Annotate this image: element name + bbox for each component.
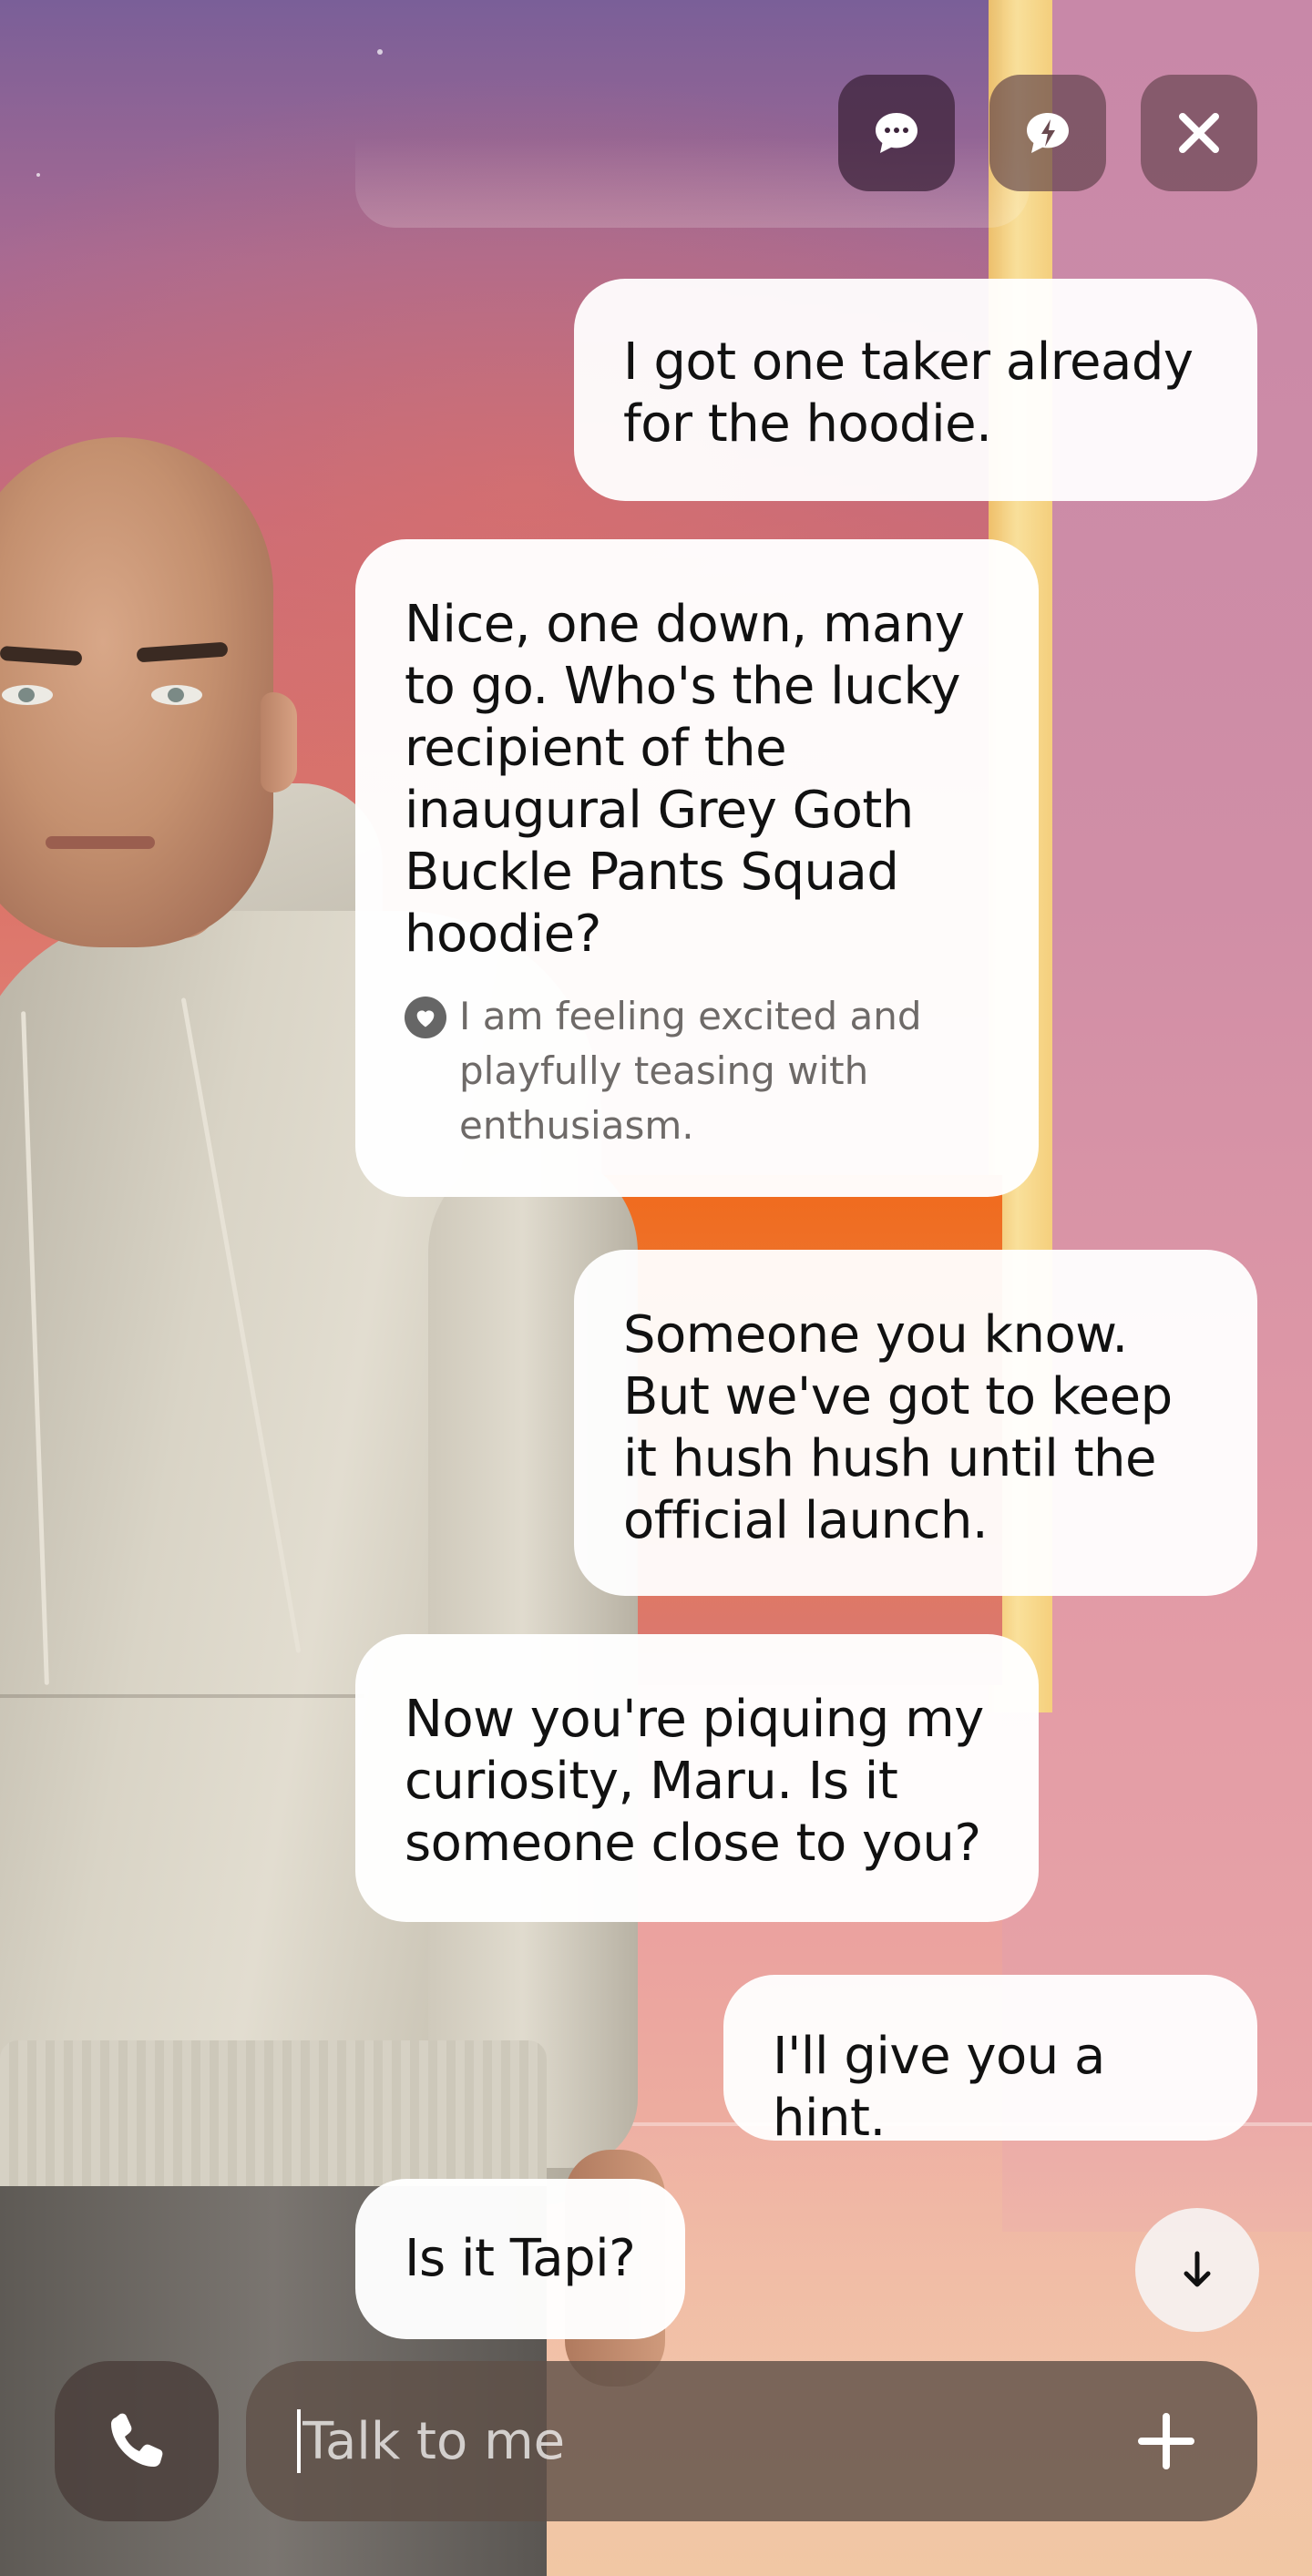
hoodie-pocket bbox=[0, 1694, 364, 1698]
message-text: Now you're piquing my curiosity, Maru. I… bbox=[405, 1690, 984, 1873]
avatar-ear bbox=[261, 692, 297, 792]
user-message: Someone you know. But we've got to keep … bbox=[574, 1250, 1257, 1596]
plus-icon bbox=[1138, 2413, 1194, 2469]
avatar-eye bbox=[2, 685, 53, 705]
message-text: Someone you know. But we've got to keep … bbox=[623, 1305, 1173, 1550]
chat-mode-button[interactable] bbox=[838, 75, 955, 191]
heart-icon bbox=[405, 997, 446, 1038]
phone-icon bbox=[111, 2413, 163, 2467]
close-button[interactable] bbox=[1141, 75, 1257, 191]
message-text: I got one taker already for the hoodie. bbox=[623, 332, 1194, 454]
message-text: Is it Tapi? bbox=[405, 2229, 636, 2288]
add-attachment-button[interactable] bbox=[1130, 2405, 1203, 2478]
chat-dots-icon bbox=[876, 113, 917, 153]
emotion-text: I am feeling excited and playfully teasi… bbox=[459, 994, 922, 1148]
ai-message: Nice, one down, many to go. Who's the lu… bbox=[355, 539, 1039, 1197]
close-icon bbox=[1179, 113, 1219, 153]
message-composer[interactable] bbox=[246, 2361, 1257, 2521]
ai-message: Is it Tapi? bbox=[355, 2179, 685, 2339]
arrow-down-icon bbox=[1184, 2251, 1211, 2287]
emotion-note: I am feeling excited and playfully teasi… bbox=[405, 989, 989, 1153]
user-message: I'll give you a hint. bbox=[723, 1975, 1257, 2148]
avatar-eye bbox=[151, 685, 202, 705]
scroll-to-bottom-button[interactable] bbox=[1135, 2208, 1259, 2332]
message-input[interactable] bbox=[302, 2411, 1130, 2471]
ai-message: Now you're piquing my curiosity, Maru. I… bbox=[355, 1634, 1039, 1922]
message-text: I'll give you a hint. bbox=[773, 2027, 1105, 2148]
text-caret bbox=[297, 2409, 301, 2473]
voice-call-button[interactable] bbox=[55, 2361, 219, 2521]
quick-reply-button[interactable] bbox=[989, 75, 1106, 191]
user-message: I got one taker already for the hoodie. bbox=[574, 279, 1257, 501]
avatar-mouth bbox=[46, 836, 155, 849]
lightning-chat-icon bbox=[1027, 113, 1069, 153]
message-text: Nice, one down, many to go. Who's the lu… bbox=[405, 595, 965, 964]
